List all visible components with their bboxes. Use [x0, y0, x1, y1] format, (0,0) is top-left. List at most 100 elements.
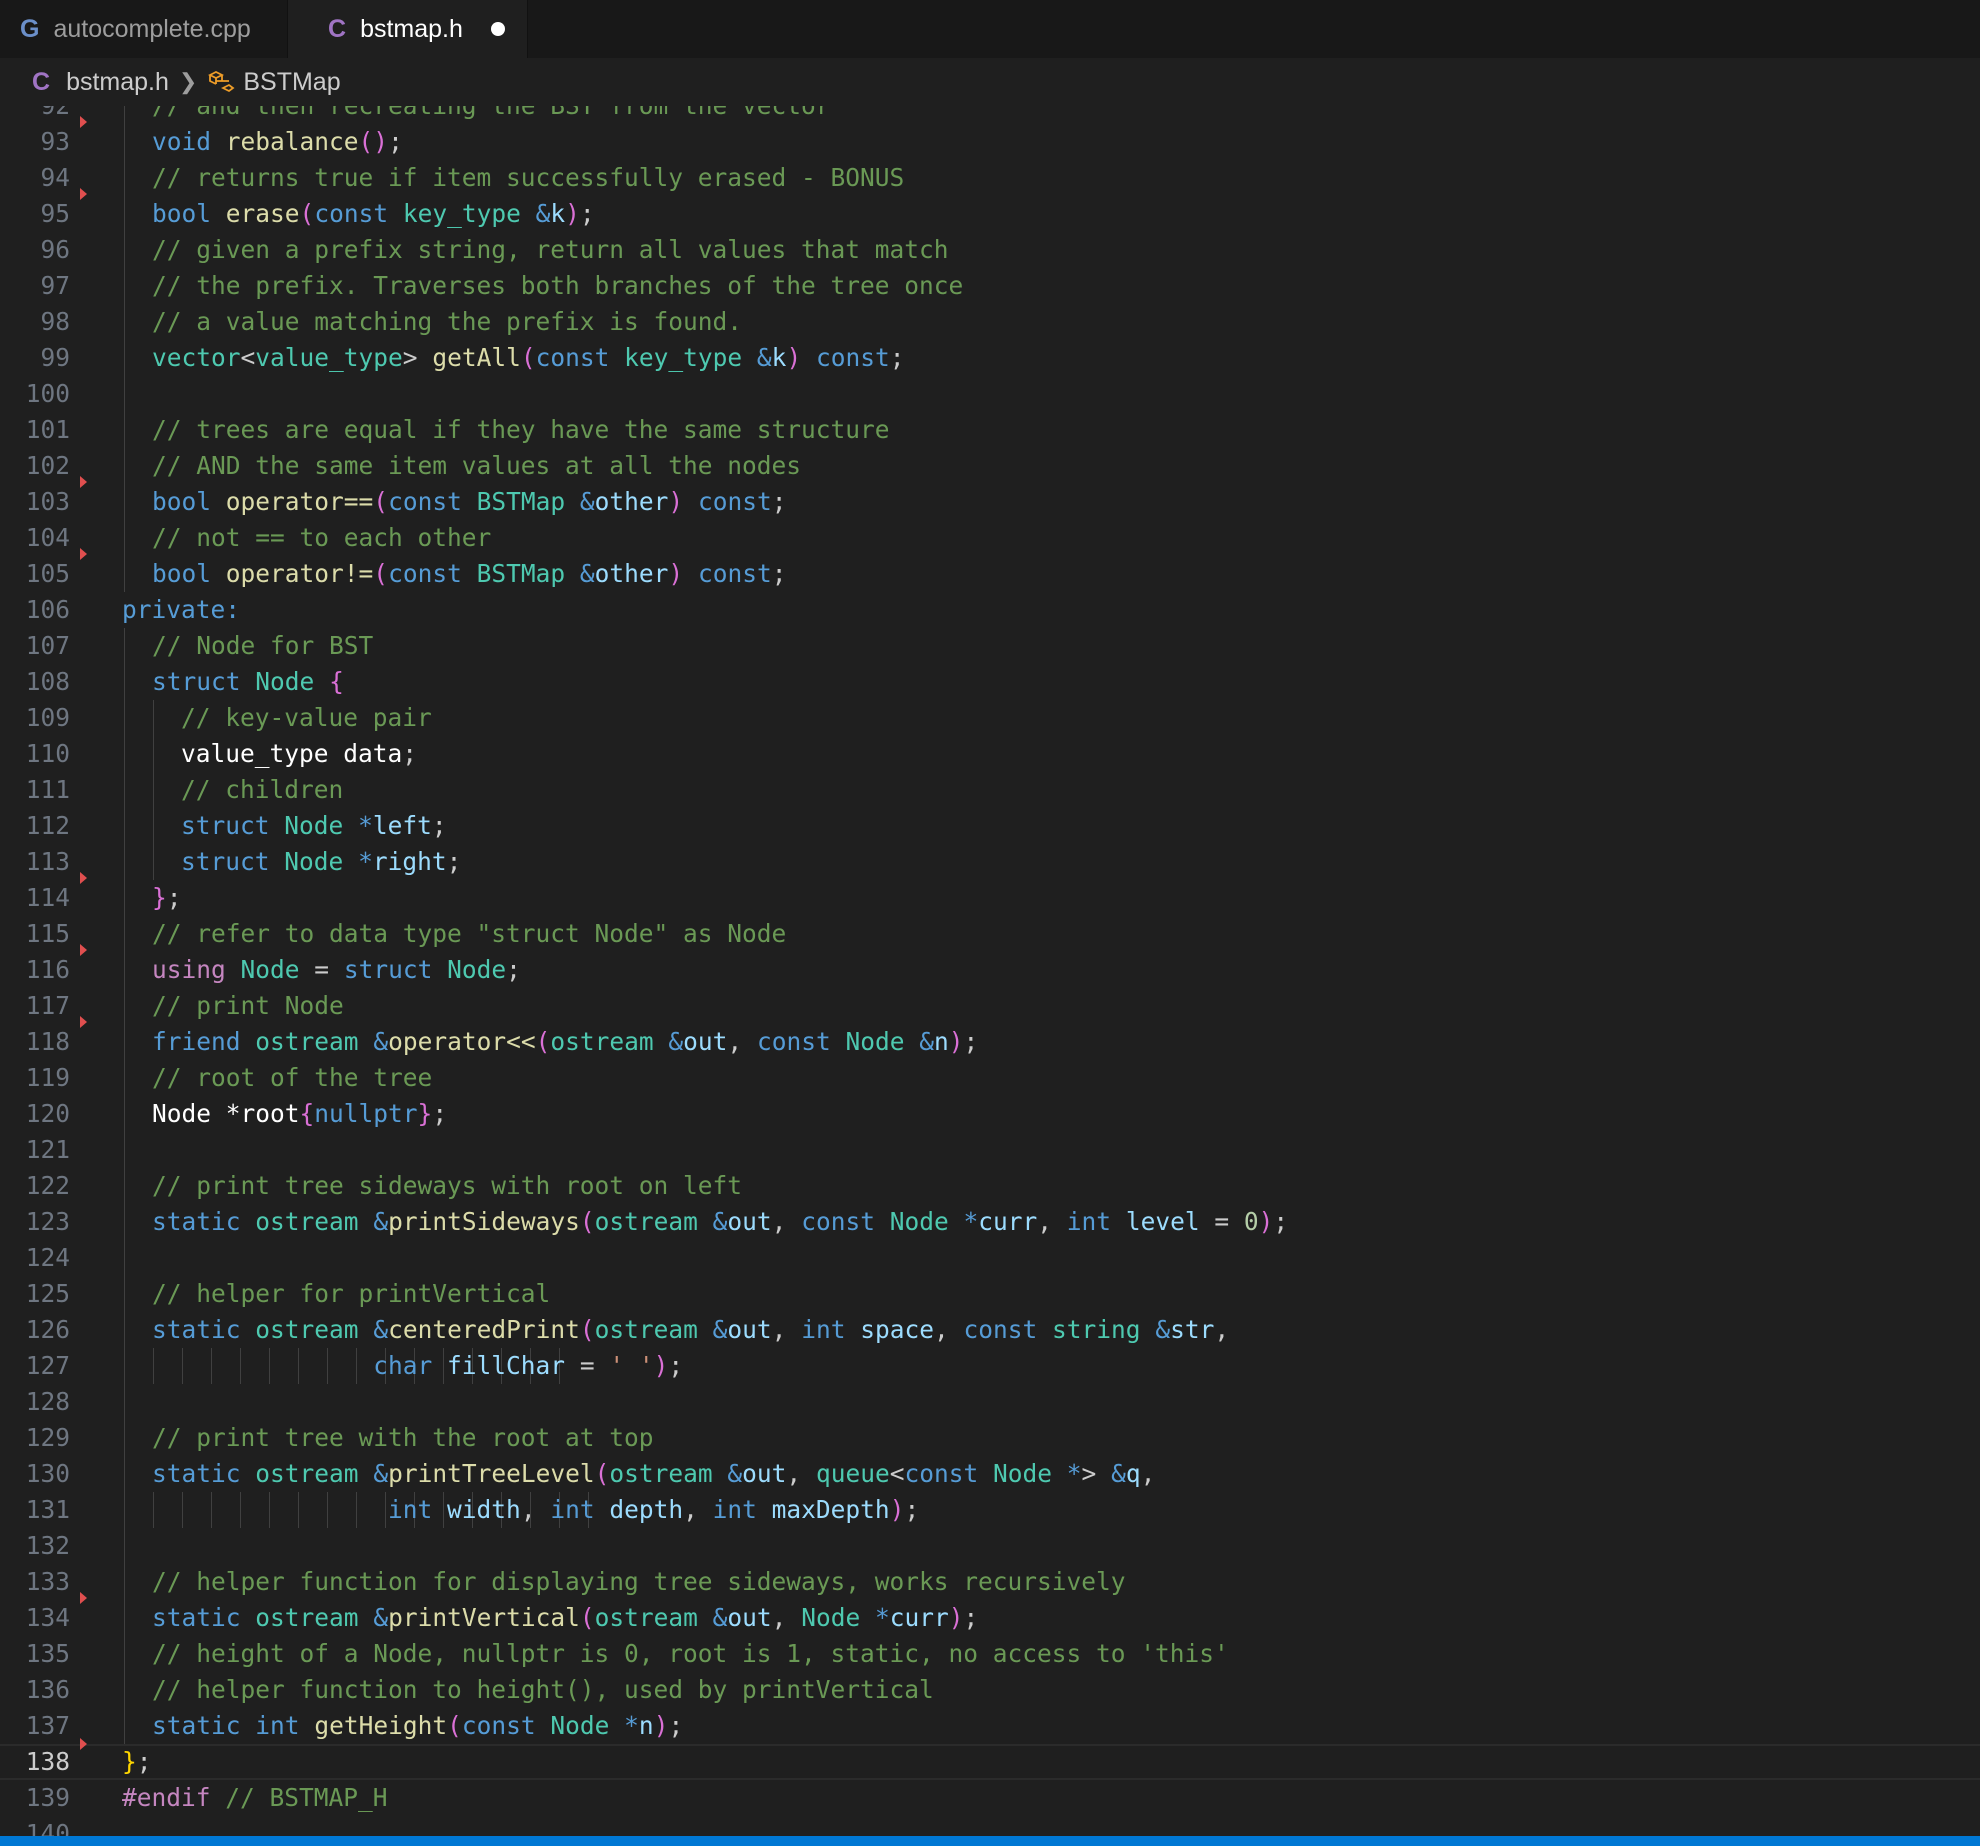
line-number[interactable]: 120: [0, 1096, 70, 1132]
line-number[interactable]: 125: [0, 1276, 70, 1312]
code-line[interactable]: 133 // helper function for displaying tre…: [0, 1564, 1980, 1600]
code-line[interactable]: 99 vector<value_type> getAll(const key_ty…: [0, 340, 1980, 376]
code-line[interactable]: 104 // not == to each other: [0, 520, 1980, 556]
code-line[interactable]: 108 struct Node {: [0, 664, 1980, 700]
code-line[interactable]: 115 // refer to data type "struct Node" a…: [0, 916, 1980, 952]
code-line[interactable]: 103 bool operator==(const BSTMap &other) …: [0, 476, 1980, 520]
line-number[interactable]: 99: [0, 340, 70, 376]
code-line[interactable]: 98 // a value matching the prefix is foun…: [0, 304, 1980, 340]
line-number[interactable]: 109: [0, 700, 70, 736]
breakpoint-marker-icon[interactable]: [80, 944, 87, 956]
line-number[interactable]: 93: [0, 124, 70, 160]
line-number[interactable]: 138: [0, 1746, 70, 1778]
code-line[interactable]: 107 // Node for BST: [0, 628, 1980, 664]
line-number[interactable]: 135: [0, 1636, 70, 1672]
line-number[interactable]: 98: [0, 304, 70, 340]
line-number[interactable]: 116: [0, 952, 70, 988]
breadcrumb-file[interactable]: bstmap.h: [66, 68, 169, 97]
line-number[interactable]: 104: [0, 520, 70, 556]
line-number[interactable]: 121: [0, 1132, 70, 1168]
line-number[interactable]: 117: [0, 988, 70, 1024]
line-number[interactable]: 96: [0, 232, 70, 268]
line-number[interactable]: 101: [0, 412, 70, 448]
code-line[interactable]: 111 // children: [0, 772, 1980, 808]
code-line[interactable]: 128: [0, 1384, 1980, 1420]
code-line[interactable]: 102 // AND the same item values at all th…: [0, 448, 1980, 484]
breakpoint-marker-icon[interactable]: [80, 1016, 87, 1028]
line-number[interactable]: 132: [0, 1528, 70, 1564]
code-editor[interactable]: 92 // and then recreating the BST from th…: [0, 106, 1980, 1836]
line-number[interactable]: 140: [0, 1816, 70, 1836]
code-line[interactable]: 92 // and then recreating the BST from th…: [0, 106, 1980, 124]
code-line[interactable]: 110 value_type data;: [0, 736, 1980, 772]
code-line[interactable]: 106 private:: [0, 592, 1980, 628]
breakpoint-marker-icon[interactable]: [80, 872, 87, 884]
code-line[interactable]: 109 // key-value pair: [0, 700, 1980, 736]
code-line[interactable]: 97 // the prefix. Traverses both branches…: [0, 268, 1980, 304]
code-line[interactable]: 139 #endif // BSTMAP_H: [0, 1780, 1980, 1816]
line-number[interactable]: 114: [0, 880, 70, 916]
line-number[interactable]: 113: [0, 844, 70, 880]
code-line[interactable]: 122 // print tree sideways with root on l…: [0, 1168, 1980, 1204]
line-number[interactable]: 123: [0, 1204, 70, 1240]
code-line[interactable]: 112 struct Node *left;: [0, 808, 1980, 844]
unsaved-changes-dot-icon[interactable]: [491, 22, 505, 36]
line-number[interactable]: 133: [0, 1564, 70, 1600]
tab-autocomplete-cpp[interactable]: G autocomplete.cpp: [0, 0, 288, 58]
line-number[interactable]: 92: [0, 106, 70, 124]
code-line[interactable]: 100: [0, 376, 1980, 412]
line-number[interactable]: 112: [0, 808, 70, 844]
code-line[interactable]: 124: [0, 1240, 1980, 1276]
code-line[interactable]: 134 static ostream &printVertical(ostream…: [0, 1592, 1980, 1636]
tab-bstmap-h[interactable]: C bstmap.h: [288, 0, 528, 58]
code-line[interactable]: 126 static ostream &centeredPrint(ostream…: [0, 1312, 1980, 1348]
code-line[interactable]: 135 // height of a Node, nullptr is 0, ro…: [0, 1636, 1980, 1672]
code-line[interactable]: 101 // trees are equal if they have the s…: [0, 412, 1980, 448]
line-number[interactable]: 134: [0, 1600, 70, 1636]
code-line[interactable]: 113 struct Node *right;: [0, 844, 1980, 880]
code-line[interactable]: 132: [0, 1528, 1980, 1564]
line-number[interactable]: 126: [0, 1312, 70, 1348]
line-number[interactable]: 137: [0, 1708, 70, 1744]
breakpoint-marker-icon[interactable]: [80, 548, 87, 560]
code-line[interactable]: 93 void rebalance();: [0, 116, 1980, 160]
line-number[interactable]: 127: [0, 1348, 70, 1384]
code-line[interactable]: 123 static ostream &printSideways(ostream…: [0, 1204, 1980, 1240]
code-line[interactable]: 114};: [0, 872, 1980, 916]
code-line[interactable]: 121: [0, 1132, 1980, 1168]
code-line[interactable]: 140: [0, 1816, 1980, 1836]
line-number[interactable]: 106: [0, 592, 70, 628]
code-line[interactable]: 131 int width, int depth, int maxDepth);: [0, 1492, 1980, 1528]
line-number[interactable]: 139: [0, 1780, 70, 1816]
code-line[interactable]: 117 // print Node: [0, 988, 1980, 1024]
line-number[interactable]: 105: [0, 556, 70, 592]
code-line[interactable]: 119 // root of the tree: [0, 1060, 1980, 1096]
line-number[interactable]: 103: [0, 484, 70, 520]
code-line[interactable]: 127 char fillChar = ' ');: [0, 1348, 1980, 1384]
line-number[interactable]: 118: [0, 1024, 70, 1060]
code-line[interactable]: 95 bool erase(const key_type &k);: [0, 188, 1980, 232]
line-number[interactable]: 130: [0, 1456, 70, 1492]
breadcrumb-symbol[interactable]: BSTMap: [243, 68, 340, 97]
line-number[interactable]: 124: [0, 1240, 70, 1276]
code-line[interactable]: 137 static int getHeight(const Node *n);: [0, 1708, 1980, 1744]
breakpoint-marker-icon[interactable]: [80, 188, 87, 200]
line-number[interactable]: 94: [0, 160, 70, 196]
code-line[interactable]: 118 friend ostream &operator<<(ostream &o…: [0, 1016, 1980, 1060]
line-number[interactable]: 115: [0, 916, 70, 952]
line-number[interactable]: 107: [0, 628, 70, 664]
code-line[interactable]: 116 using Node = struct Node;: [0, 944, 1980, 988]
code-line[interactable]: 130 static ostream &printTreeLevel(ostrea…: [0, 1456, 1980, 1492]
line-number[interactable]: 131: [0, 1492, 70, 1528]
code-line[interactable]: 125 // helper for printVertical: [0, 1276, 1980, 1312]
line-number[interactable]: 119: [0, 1060, 70, 1096]
line-number[interactable]: 110: [0, 736, 70, 772]
line-number[interactable]: 122: [0, 1168, 70, 1204]
line-number[interactable]: 102: [0, 448, 70, 484]
line-number[interactable]: 95: [0, 196, 70, 232]
code-line[interactable]: 105 bool operator!=(const BSTMap &other) …: [0, 548, 1980, 592]
code-line[interactable]: 138};: [0, 1738, 1980, 1780]
code-line[interactable]: 94 // returns true if item successfully e…: [0, 160, 1980, 196]
code-line[interactable]: 136 // helper function to height(), used …: [0, 1672, 1980, 1708]
line-number[interactable]: 129: [0, 1420, 70, 1456]
